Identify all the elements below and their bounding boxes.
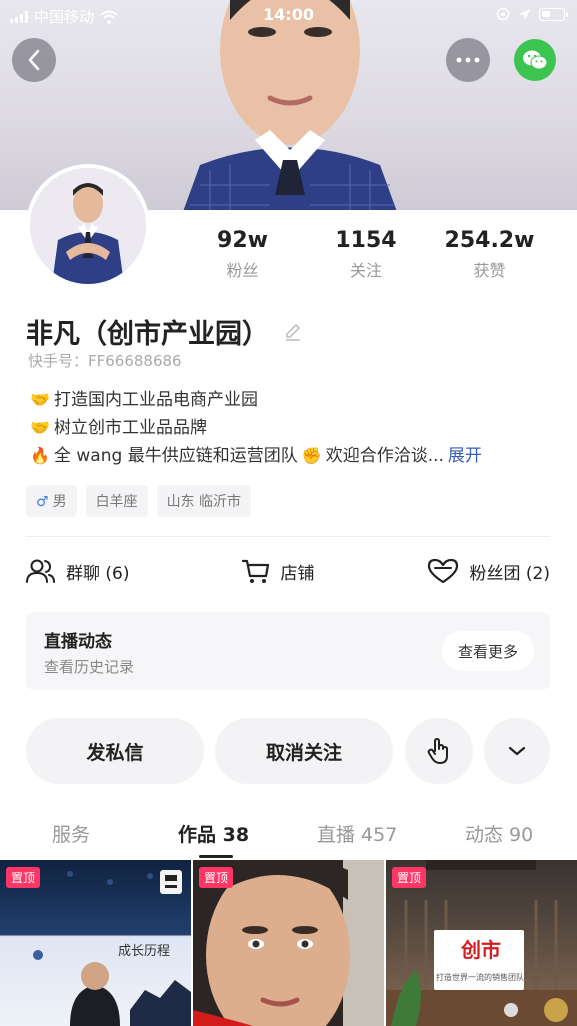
- fan-club-link[interactable]: 粉丝团 (2): [426, 558, 550, 584]
- tab-works[interactable]: 作品 38: [178, 820, 249, 847]
- live-card-subtitle: 查看历史记录: [44, 658, 135, 676]
- stat-value: 254.2w: [444, 228, 535, 253]
- fan-club-label: 粉丝团 (2): [469, 563, 550, 584]
- view-more-button[interactable]: 查看更多: [441, 631, 534, 671]
- store-link[interactable]: 店铺: [241, 558, 315, 584]
- more-options-button[interactable]: [446, 38, 490, 82]
- pinned-badge: 置顶: [392, 867, 427, 888]
- tag-label: 男: [52, 494, 67, 510]
- rotation-lock-icon: [496, 7, 510, 21]
- unfollow-button[interactable]: 取消关注: [215, 718, 393, 784]
- gesture-button[interactable]: [405, 718, 473, 784]
- status-time: 14:00: [263, 5, 314, 24]
- chevron-left-icon: [28, 49, 40, 71]
- pinned-badge: 置顶: [6, 867, 41, 888]
- stat-value: 1154: [335, 228, 397, 253]
- wechat-share-button[interactable]: [514, 39, 556, 81]
- handshake-emoji-icon: 🤝: [30, 390, 50, 409]
- heart-icon: [427, 558, 458, 584]
- bio: 🤝 打造国内工业品电商产业园 🤝 树立创市工业品品牌 🔥 全 wang 最牛供应…: [28, 386, 558, 470]
- live-card-title: 直播动态: [44, 632, 112, 652]
- handshake-emoji-icon: 🤝: [30, 418, 50, 437]
- divider: [26, 536, 550, 537]
- more-dots-icon: [456, 57, 480, 63]
- live-history-card[interactable]: 直播动态 查看历史记录 查看更多: [26, 612, 550, 690]
- send-message-button[interactable]: 发私信: [26, 718, 204, 784]
- bio-line: 欢迎合作洽谈...: [325, 446, 444, 466]
- gender-tag: ♂ 男: [26, 485, 77, 517]
- sign-slogan-text: 打造世界一流的销售团队: [436, 973, 524, 982]
- zodiac-tag: 白羊座: [85, 485, 148, 517]
- store-label: 店铺: [280, 563, 315, 584]
- group-chat-label: 群聊 (6): [66, 563, 130, 584]
- quick-links: 群聊 (6) 店铺 粉丝团 (2): [26, 550, 550, 592]
- action-bar: 发私信 取消关注: [26, 718, 550, 784]
- name-row: 非凡（创市产业园）: [26, 312, 303, 351]
- stat-likes[interactable]: 254.2w 获赞: [427, 228, 552, 281]
- fire-emoji-icon: 🔥: [30, 446, 50, 465]
- post-caption: 成长历程: [118, 944, 171, 959]
- group-chat-link[interactable]: 群聊 (6): [26, 558, 129, 584]
- post-thumbnail[interactable]: 置顶: [193, 860, 384, 1026]
- more-actions-button[interactable]: [484, 718, 550, 784]
- stat-value: 92w: [217, 228, 268, 253]
- post-thumbnail[interactable]: 置顶 创市 打造世界一流的销售团队: [386, 860, 577, 1026]
- location-icon: [519, 8, 530, 20]
- stat-fans[interactable]: 92w 粉丝: [180, 228, 305, 281]
- fist-emoji-icon: ✊: [301, 446, 322, 465]
- hand-tap-icon: [427, 738, 448, 764]
- group-users-icon: [26, 559, 55, 583]
- avatar[interactable]: [26, 164, 150, 288]
- tab-services[interactable]: 服务: [52, 820, 90, 847]
- tab-moments[interactable]: 动态 90: [465, 820, 533, 847]
- avatar-photo: [30, 168, 146, 284]
- back-button[interactable]: [12, 38, 56, 82]
- tab-live[interactable]: 直播 457: [317, 820, 397, 847]
- edit-pencil-icon[interactable]: [283, 322, 303, 342]
- location-tag: 山东 临沂市: [156, 485, 252, 517]
- posts-grid: 置顶 成长历程 置顶 置顶 创市 打造世界一流的销售团队: [0, 860, 577, 1026]
- bio-line: 全 wang 最牛供应链和运营团队: [54, 446, 298, 466]
- cart-icon: [241, 559, 269, 583]
- bio-line: 树立创市工业品品牌: [54, 418, 207, 438]
- stat-label: 获赞: [473, 261, 506, 280]
- stat-label: 关注: [349, 261, 382, 280]
- user-id: 快手号：FF66688686: [28, 352, 182, 370]
- stat-following[interactable]: 1154 关注: [305, 228, 427, 281]
- cover-photo: [183, 0, 397, 210]
- pinned-badge: 置顶: [199, 867, 234, 888]
- active-tab-indicator: [199, 855, 233, 858]
- profile-tags: ♂ 男 白羊座 山东 临沂市: [26, 485, 252, 517]
- sign-logo-text: 创市: [461, 938, 501, 962]
- chevron-down-icon: [508, 746, 526, 756]
- wechat-icon: [523, 50, 548, 70]
- bio-line: 打造国内工业品电商产业园: [54, 390, 258, 410]
- status-bar: 中国移动 14:00: [0, 0, 577, 30]
- stat-label: 粉丝: [226, 261, 259, 280]
- post-thumbnail[interactable]: 置顶 成长历程: [0, 860, 191, 1026]
- battery-icon: [539, 7, 568, 21]
- profile-name: 非凡（创市产业园）: [26, 319, 269, 350]
- male-icon: ♂: [36, 494, 49, 510]
- content-tabs: 服务 作品 38 直播 457 动态 90: [0, 808, 577, 858]
- profile-stats: 92w 粉丝 1154 关注 254.2w 获赞: [180, 228, 565, 281]
- bio-expand-link[interactable]: 展开: [448, 442, 482, 470]
